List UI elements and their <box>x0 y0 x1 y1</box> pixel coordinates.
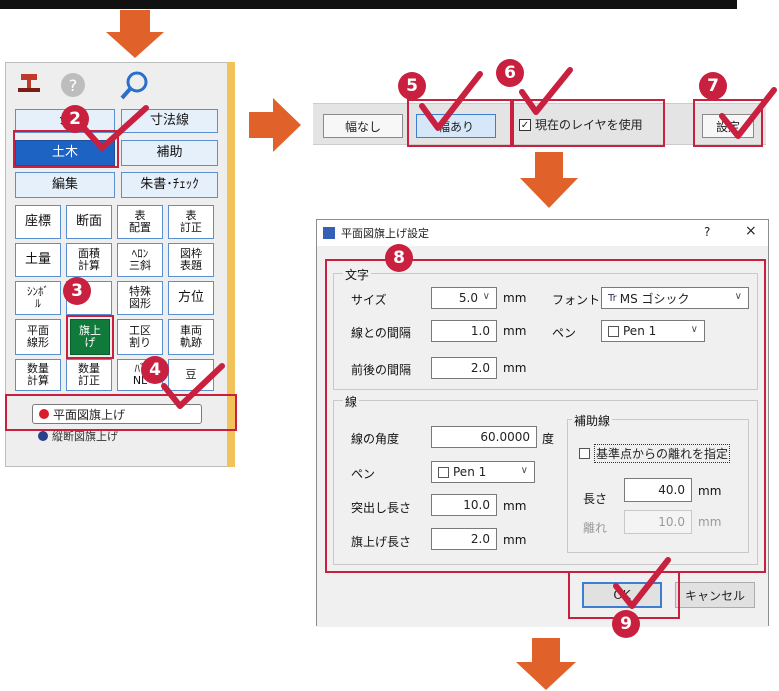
checkmark-icon <box>519 67 573 115</box>
step-badge: 7 <box>699 72 727 100</box>
checkmark-icon <box>613 557 671 609</box>
no-width-button[interactable]: 幅なし <box>323 114 403 138</box>
tab-redline[interactable]: 朱書･ﾁｪｯｸ <box>121 172 218 198</box>
close-button[interactable]: × <box>745 223 757 239</box>
highlight-box <box>325 259 766 573</box>
cmd-symbol[interactable]: ｼﾝﾎﾞ ﾙ <box>15 281 61 315</box>
cmd-table-edit[interactable]: 表 訂正 <box>168 205 214 239</box>
arrow-down-icon <box>516 638 576 690</box>
cmd-direction[interactable]: 方位 <box>168 281 214 315</box>
bullet-icon <box>38 431 48 441</box>
pin-icon[interactable] <box>15 70 45 100</box>
step-badge: 6 <box>496 59 524 87</box>
cmd-section[interactable]: 断面 <box>66 205 112 239</box>
checkmark-icon <box>719 87 777 139</box>
svg-text:?: ? <box>69 76 78 95</box>
help-button[interactable]: ? <box>704 225 710 239</box>
cmd-quantity-calc[interactable]: 数量 計算 <box>15 359 61 391</box>
cmd-area-calc[interactable]: 面積 計算 <box>66 243 112 277</box>
checkmark-icon <box>81 105 149 151</box>
cmd-coordinate[interactable]: 座標 <box>15 205 61 239</box>
cmd-table-place[interactable]: 表 配置 <box>117 205 163 239</box>
dialog-titlebar: 平面図旗上げ設定 ? × <box>317 220 768 246</box>
step-badge: 5 <box>398 72 426 100</box>
step-badge: 9 <box>612 610 640 638</box>
step-badge: 4 <box>141 356 169 384</box>
arrow-right-icon <box>249 98 301 152</box>
search-icon[interactable] <box>118 68 152 102</box>
cmd-section-split[interactable]: 工区 割り <box>117 319 163 355</box>
dialog-title: 平面図旗上げ設定 <box>341 227 429 240</box>
app-icon <box>323 227 335 239</box>
cmd-earthwork[interactable]: 土量 <box>15 243 61 277</box>
checkmark-icon <box>419 71 483 131</box>
cmd-vehicle-track[interactable]: 車両 軌跡 <box>168 319 214 355</box>
arrow-down-icon <box>106 10 164 58</box>
cmd-plan-alignment[interactable]: 平面 線形 <box>15 319 61 355</box>
help-icon[interactable]: ? <box>58 70 88 100</box>
cmd-frame-title[interactable]: 図枠 表題 <box>168 243 214 277</box>
checkmark-icon <box>161 363 225 409</box>
cancel-button[interactable]: キャンセル <box>675 582 755 608</box>
arrow-down-icon <box>520 152 578 208</box>
tab-edit[interactable]: 編集 <box>15 172 115 198</box>
step-badge: 8 <box>385 244 413 272</box>
cmd-special-shape[interactable]: 特殊 図形 <box>117 281 163 315</box>
step-badge: 2 <box>61 105 89 133</box>
cmd-heron[interactable]: ﾍﾛﾝ 三斜 <box>117 243 163 277</box>
highlight-box <box>66 315 114 359</box>
step-badge: 3 <box>63 277 91 305</box>
cmd-quantity-edit[interactable]: 数量 訂正 <box>66 359 112 391</box>
